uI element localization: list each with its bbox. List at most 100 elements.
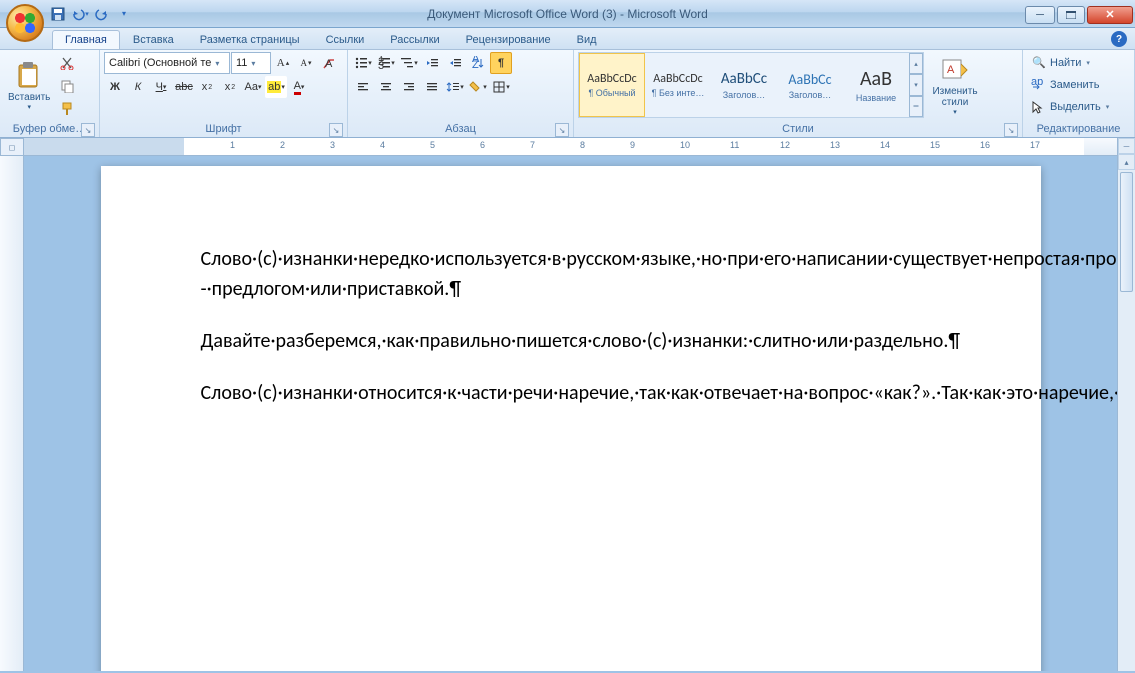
highlight-button[interactable]: ab▾ (265, 76, 287, 98)
multilevel-list-button[interactable]: ▾ (398, 52, 420, 74)
format-painter-icon[interactable] (56, 98, 78, 120)
select-button[interactable]: Выделить▾ (1027, 96, 1130, 117)
paste-icon (14, 60, 44, 90)
svg-text:A: A (325, 58, 333, 70)
title-bar: ▾ ▾ Документ Microsoft Office Word (3) -… (0, 0, 1135, 28)
find-icon: 🔍 (1031, 56, 1047, 69)
align-left-button[interactable] (352, 76, 374, 98)
maximize-button[interactable] (1057, 6, 1085, 24)
superscript-button[interactable]: x2 (219, 76, 241, 98)
change-case-button[interactable]: Aa▾ (242, 76, 264, 98)
italic-button[interactable]: К (127, 76, 149, 98)
svg-text:Z: Z (472, 59, 479, 70)
paragraph[interactable]: Слово·(с)·изнанки·относится·к·части·речи… (201, 378, 951, 408)
group-font-label: Шрифт (205, 123, 241, 135)
subscript-button[interactable]: x2 (196, 76, 218, 98)
align-justify-button[interactable] (421, 76, 443, 98)
redo-icon[interactable] (92, 4, 112, 24)
borders-button[interactable]: ▾ (490, 76, 512, 98)
show-marks-button[interactable]: ¶ (490, 52, 512, 74)
find-button[interactable]: 🔍Найти▾ (1027, 52, 1130, 73)
style-heading1[interactable]: AaBbCcЗаголов… (711, 53, 777, 117)
paragraph[interactable]: Давайте·разберемся,·как·правильно·пишетс… (201, 326, 951, 356)
gallery-up-icon[interactable]: ▴ (909, 53, 923, 74)
ribbon-tabs: Главная Вставка Разметка страницы Ссылки… (0, 28, 1135, 50)
shrink-font-icon[interactable]: A▾ (295, 52, 317, 74)
underline-button[interactable]: Ч▾ (150, 76, 172, 98)
line-spacing-button[interactable]: ▾ (444, 76, 466, 98)
ribbon: Вставить Буфер обме…↘ Calibri (Основной … (0, 50, 1135, 138)
tab-review[interactable]: Рецензирование (453, 30, 564, 49)
grow-font-icon[interactable]: A▴ (272, 52, 294, 74)
group-clipboard-label: Буфер обме… (13, 123, 87, 135)
close-button[interactable]: ✕ (1087, 6, 1133, 24)
horizontal-ruler[interactable]: 1234567891011121314151617 (24, 138, 1117, 156)
change-styles-button[interactable]: A Изменить стили (926, 52, 984, 118)
gallery-more-icon[interactable]: ═ (909, 96, 923, 117)
numbering-button[interactable]: 123▾ (375, 52, 397, 74)
paragraph[interactable]: Слово·(с)·изнанки·нередко·используется·в… (201, 244, 951, 304)
change-styles-label: Изменить стили (932, 86, 977, 108)
tab-mailings[interactable]: Рассылки (377, 30, 452, 49)
align-right-button[interactable] (398, 76, 420, 98)
scroll-up-icon[interactable]: ▴ (1118, 154, 1135, 170)
help-icon[interactable]: ? (1111, 31, 1127, 47)
scroll-thumb[interactable] (1120, 172, 1133, 292)
group-styles: AaBbCcDc¶ Обычный AaBbCcDc¶ Без инте… Aa… (574, 50, 1023, 137)
cut-icon[interactable] (56, 52, 78, 74)
font-dialog-launcher[interactable]: ↘ (329, 123, 343, 137)
styles-dialog-launcher[interactable]: ↘ (1004, 123, 1018, 137)
gallery-down-icon[interactable]: ▾ (909, 74, 923, 95)
qat-customize-icon[interactable]: ▾ (114, 4, 134, 24)
font-color-button[interactable]: A▾ (288, 76, 310, 98)
vertical-ruler[interactable] (0, 156, 24, 671)
clear-formatting-icon[interactable]: A (318, 52, 340, 74)
select-icon (1031, 100, 1047, 114)
sort-button[interactable]: AZ (467, 52, 489, 74)
font-size-value: 11 (236, 57, 247, 69)
increase-indent-button[interactable] (444, 52, 466, 74)
bold-button[interactable]: Ж (104, 76, 126, 98)
office-button[interactable] (6, 4, 44, 42)
change-styles-icon: A (940, 54, 970, 84)
style-normal[interactable]: AaBbCcDc¶ Обычный (579, 53, 645, 117)
bullets-button[interactable]: ▾ (352, 52, 374, 74)
save-icon[interactable] (48, 4, 68, 24)
minimize-button[interactable]: ─ (1025, 6, 1055, 24)
tab-references[interactable]: Ссылки (313, 30, 378, 49)
ruler-corner[interactable]: ◻ (0, 138, 24, 156)
replace-button[interactable]: abЗаменить (1027, 74, 1130, 95)
font-family-combo[interactable]: Calibri (Основной те▾ (104, 52, 230, 74)
strike-button[interactable]: abc (173, 76, 195, 98)
shading-button[interactable]: ▾ (467, 76, 489, 98)
group-paragraph-label: Абзац (445, 123, 476, 135)
workspace: ◻ 1234567891011121314151617 ─ ▴ Слово·(с… (0, 138, 1135, 671)
window-title: Документ Microsoft Office Word (3) - Mic… (427, 7, 708, 21)
tab-page-layout[interactable]: Разметка страницы (187, 30, 313, 49)
replace-icon: ab (1031, 79, 1047, 91)
undo-icon[interactable]: ▾ (70, 4, 90, 24)
style-no-spacing[interactable]: AaBbCcDc¶ Без инте… (645, 53, 711, 117)
style-title[interactable]: АаВНазвание (843, 53, 909, 117)
paragraph-dialog-launcher[interactable]: ↘ (555, 123, 569, 137)
group-clipboard: Вставить Буфер обме…↘ (0, 50, 100, 137)
decrease-indent-button[interactable] (421, 52, 443, 74)
page: Слово·(с)·изнанки·нередко·используется·в… (101, 166, 1041, 671)
group-font: Calibri (Основной те▾ 11▾ A▴ A▾ A Ж К Ч▾… (100, 50, 348, 137)
style-heading2[interactable]: AaBbCcЗаголов… (777, 53, 843, 117)
tab-home[interactable]: Главная (52, 30, 120, 49)
scroll-split-icon[interactable]: ─ (1118, 138, 1135, 154)
document-view[interactable]: Слово·(с)·изнанки·нередко·используется·в… (24, 156, 1117, 671)
svg-text:3: 3 (378, 60, 384, 70)
align-center-button[interactable] (375, 76, 397, 98)
tab-view[interactable]: Вид (564, 30, 610, 49)
vertical-scrollbar[interactable]: ─ ▴ (1117, 138, 1135, 671)
clipboard-dialog-launcher[interactable]: ↘ (81, 123, 95, 137)
font-size-combo[interactable]: 11▾ (231, 52, 271, 74)
paste-button[interactable]: Вставить (4, 52, 54, 118)
copy-icon[interactable] (56, 75, 78, 97)
tab-insert[interactable]: Вставка (120, 30, 187, 49)
styles-gallery: AaBbCcDc¶ Обычный AaBbCcDc¶ Без инте… Aa… (578, 52, 924, 118)
group-editing: 🔍Найти▾ abЗаменить Выделить▾ Редактирова… (1023, 50, 1135, 137)
font-family-value: Calibri (Основной те (109, 57, 211, 69)
